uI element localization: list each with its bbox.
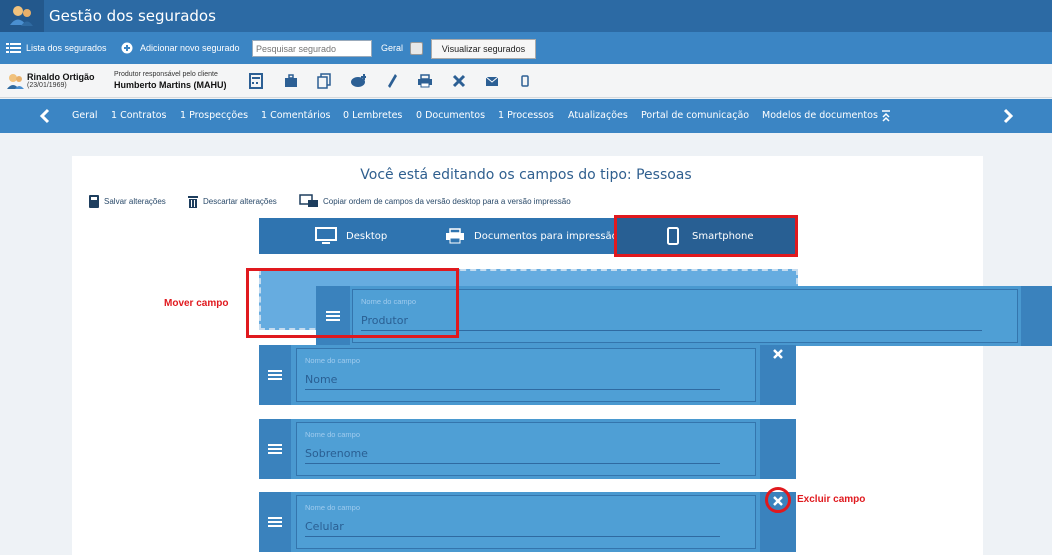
- tab-lembretes[interactable]: 0 Lembretes: [343, 99, 402, 133]
- field-value: Sobrenome: [305, 447, 368, 460]
- tab-documentos[interactable]: 0 Documentos: [416, 99, 485, 133]
- visualizar-button[interactable]: Visualizar segurados: [431, 39, 536, 59]
- drag-handle[interactable]: [259, 492, 291, 552]
- field-label: Nome do campo: [305, 356, 361, 365]
- tab-print-label: Documentos para impressão: [474, 230, 618, 242]
- search-input[interactable]: [252, 40, 372, 57]
- calculator-icon[interactable]: [248, 72, 264, 90]
- add-comment-icon[interactable]: [350, 72, 366, 90]
- geral-checkbox[interactable]: [410, 42, 423, 55]
- discard-changes-label: Descartar alterações: [203, 196, 277, 206]
- tab-print-documents[interactable]: Documentos para impressão: [445, 218, 618, 254]
- delete-field-highlight: [765, 487, 791, 513]
- drag-handle-icon: [268, 370, 282, 380]
- app-logo: [0, 0, 44, 32]
- client-name[interactable]: Rinaldo Ortigão: [27, 72, 95, 82]
- field-label: Nome do campo: [305, 503, 361, 512]
- field-underline: [305, 463, 720, 464]
- field-underline: [305, 536, 720, 537]
- field-row[interactable]: Nome do campo Celular: [259, 492, 796, 552]
- tab-modelos[interactable]: Modelos de documentos: [762, 99, 878, 133]
- nav-next-icon[interactable]: [988, 99, 1028, 133]
- field-value: Nome: [305, 373, 338, 386]
- tab-geral[interactable]: Geral: [72, 99, 98, 133]
- drag-handle[interactable]: [259, 419, 291, 479]
- tab-desktop-label: Desktop: [346, 230, 388, 242]
- client-avatar-icon: [7, 74, 24, 89]
- copy-order-label: Copiar ordem de campos da versão desktop…: [323, 196, 571, 206]
- save-changes-button[interactable]: Salvar alterações: [88, 193, 166, 209]
- move-field-highlight: [246, 268, 459, 338]
- drag-handle[interactable]: [259, 345, 291, 405]
- field-row[interactable]: Nome do campo Nome: [259, 345, 796, 405]
- printer-icon: [446, 228, 464, 244]
- copy-order-button[interactable]: Copiar ordem de campos da versão desktop…: [299, 193, 571, 209]
- editor-title: Você está editando os campos do tipo: Pe…: [360, 167, 692, 183]
- smartphone-highlight: [614, 215, 798, 257]
- add-icon[interactable]: [121, 32, 133, 64]
- drag-handle-icon: [268, 517, 282, 527]
- tab-contratos[interactable]: 1 Contratos: [111, 99, 166, 133]
- tab-desktop[interactable]: Desktop: [315, 218, 387, 254]
- tab-atualizacoes[interactable]: Atualizações: [568, 99, 628, 133]
- delete-field-button[interactable]: [760, 419, 796, 479]
- field-input[interactable]: Nome do campo Celular: [296, 495, 756, 549]
- desktop-to-print-icon: [299, 193, 318, 207]
- responsible-name: Humberto Martins (MAHU): [114, 80, 227, 90]
- nav-prev-icon[interactable]: [25, 99, 65, 133]
- close-icon: [773, 349, 783, 359]
- tab-comentarios[interactable]: 1 Comentários: [261, 99, 330, 133]
- email-icon[interactable]: [484, 72, 500, 90]
- delete-icon[interactable]: [451, 72, 467, 90]
- tab-portal[interactable]: Portal de comunicação: [641, 99, 749, 133]
- main-toolbar: Lista dos segurados Adicionar novo segur…: [0, 32, 1052, 64]
- users-icon: [10, 6, 33, 26]
- collapse-icon[interactable]: [876, 99, 896, 133]
- app-titlebar: Gestão dos segurados: [0, 0, 1052, 32]
- list-insured-link[interactable]: Lista dos segurados: [26, 32, 107, 64]
- delete-field-annotation: Excluir campo: [797, 494, 866, 505]
- add-insured-link[interactable]: Adicionar novo segurado: [140, 32, 240, 64]
- field-row[interactable]: Nome do campo Sobrenome: [259, 419, 796, 479]
- field-input[interactable]: Nome do campo Sobrenome: [296, 422, 756, 476]
- field-label: Nome do campo: [305, 430, 361, 439]
- delete-field-button[interactable]: [760, 345, 796, 405]
- save-icon: [89, 194, 99, 208]
- list-icon[interactable]: [6, 32, 22, 64]
- save-changes-label: Salvar alterações: [104, 196, 166, 206]
- client-dob: (23/01/1969): [27, 82, 67, 89]
- drag-handle-icon: [268, 444, 282, 454]
- discard-changes-button[interactable]: Descartar alterações: [187, 193, 277, 209]
- geral-label: Geral: [381, 43, 404, 53]
- briefcase-icon[interactable]: [283, 72, 299, 90]
- tab-processos[interactable]: 1 Processos: [498, 99, 554, 133]
- copy-icon[interactable]: [316, 72, 332, 90]
- edit-icon[interactable]: [384, 72, 400, 90]
- app-title: Gestão dos segurados: [44, 0, 1052, 32]
- trash-icon: [188, 195, 198, 208]
- desktop-icon: [315, 227, 337, 244]
- field-underline: [305, 389, 720, 390]
- move-field-annotation: Mover campo: [164, 298, 229, 309]
- field-input[interactable]: Nome do campo Nome: [296, 348, 756, 402]
- responsible-label: Produtor responsável pelo cliente: [114, 71, 218, 78]
- print-icon[interactable]: [417, 72, 433, 90]
- tab-prospeccoes[interactable]: 1 Prospecções: [180, 99, 248, 133]
- field-value: Celular: [305, 520, 344, 533]
- record-navbar: Geral 1 Contratos 1 Prospecções 1 Coment…: [0, 99, 1052, 133]
- mobile-icon[interactable]: [517, 72, 533, 90]
- field-side-panel: [1021, 286, 1052, 346]
- client-infobar: Rinaldo Ortigão (23/01/1969) Produtor re…: [0, 64, 1052, 98]
